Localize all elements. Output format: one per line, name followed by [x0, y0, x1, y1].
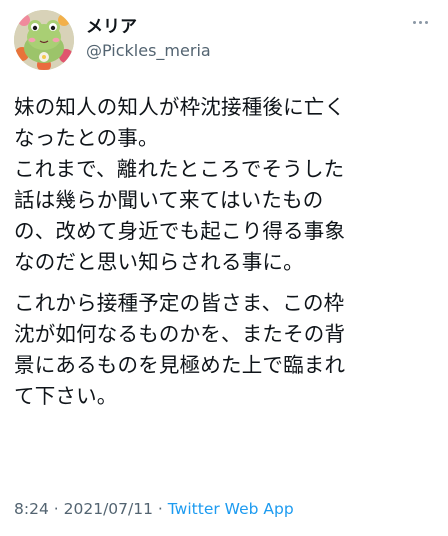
tweet-text: 妹の知人の知人が枠沈接種後に亡く なったとの事。 これまで、離れたところでそうし… [14, 92, 438, 412]
tweet-line: 話は幾らか聞いて来てはいたもの [14, 188, 324, 212]
frog-plush-avatar-icon [14, 10, 74, 70]
avatar[interactable] [14, 10, 74, 70]
tweet: メリア @Pickles_meria 妹の知人の知人が枠沈接種後に亡く なったと… [0, 0, 448, 536]
tweet-line: の、改めて身近でも起こり得る事象 [14, 219, 346, 243]
meta-separator: · [53, 500, 59, 518]
tweet-time[interactable]: 8:24 [14, 500, 49, 518]
tweet-line: これまで、離れたところでそうした [14, 157, 345, 181]
tweet-line: なったとの事。 [14, 126, 159, 150]
tweet-header: メリア @Pickles_meria [14, 10, 434, 74]
tweet-meta: 8:24 · 2021/07/11 · Twitter Web App [14, 498, 294, 520]
tweet-line: 景にあるものを見極めた上で臨まれ [14, 353, 346, 377]
tweet-date[interactable]: 2021/07/11 [64, 500, 153, 518]
tweet-line: 沈が如何なるものかを、またその背 [14, 322, 346, 346]
tweet-line: て下さい。 [14, 384, 118, 408]
user-handle[interactable]: @Pickles_meria [86, 40, 211, 62]
tweet-line: なのだと思い知らされる事に。 [14, 250, 304, 274]
user-names: メリア @Pickles_meria [86, 16, 211, 62]
tweet-line: 妹の知人の知人が枠沈接種後に亡く [14, 95, 346, 119]
meta-separator: · [157, 500, 163, 518]
display-name[interactable]: メリア [86, 16, 211, 38]
tweet-paragraph: 妹の知人の知人が枠沈接種後に亡く なったとの事。 これまで、離れたところでそうし… [14, 92, 438, 278]
more-options-icon[interactable] [408, 14, 432, 30]
tweet-line: これから接種予定の皆さま、この枠 [14, 291, 345, 315]
tweet-source-link[interactable]: Twitter Web App [168, 500, 294, 518]
tweet-paragraph: これから接種予定の皆さま、この枠 沈が如何なるものかを、またその背 景にあるもの… [14, 288, 438, 412]
